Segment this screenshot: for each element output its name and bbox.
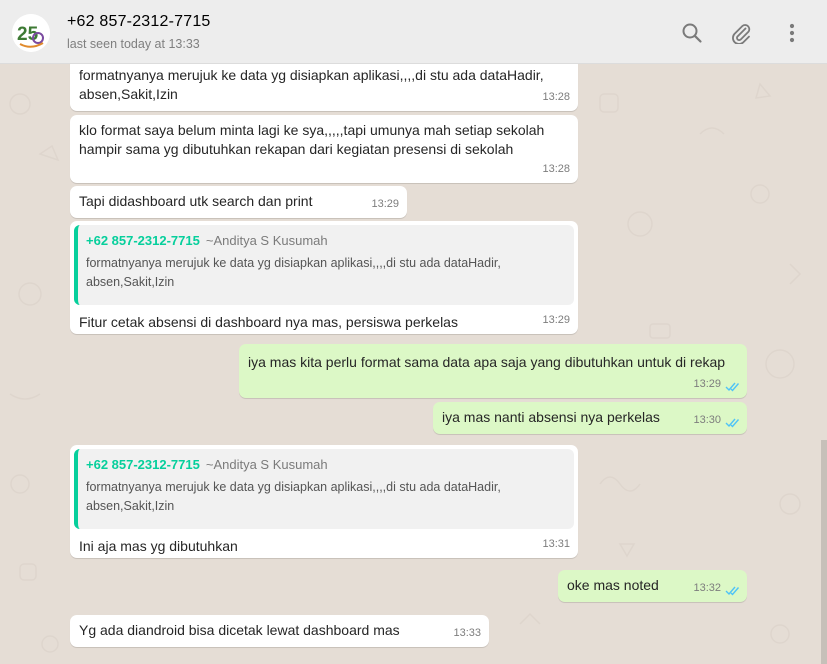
message-incoming-reply[interactable]: +62 857-2312-7715 ~Anditya S Kusumah form… — [70, 221, 578, 334]
message-text: formatnyanya merujuk ke data yg disiapka… — [79, 67, 544, 102]
message-time: 13:29 — [371, 198, 399, 210]
message-text: Fitur cetak absensi di dashboard nya mas… — [79, 314, 458, 330]
avatar[interactable]: 25 — [12, 14, 50, 52]
quoted-author: +62 857-2312-7715 — [86, 457, 200, 472]
search-icon[interactable] — [681, 22, 703, 44]
message-outgoing[interactable]: iya mas nanti absensi nya perkelas 13:30 — [433, 402, 747, 434]
group-logo-icon: 25 — [12, 14, 50, 52]
message-text: Tapi didashboard utk search dan print — [79, 193, 313, 209]
message-incoming[interactable]: Tapi didashboard utk search dan print 13… — [70, 186, 407, 218]
last-seen-status: last seen today at 13:33 — [67, 37, 200, 51]
message-incoming[interactable]: Yg ada diandroid bisa dicetak lewat dash… — [70, 615, 489, 647]
quoted-author: +62 857-2312-7715 — [86, 233, 200, 248]
quoted-message[interactable]: +62 857-2312-7715 ~Anditya S Kusumah form… — [74, 225, 574, 305]
message-text: iya mas kita perlu format sama data apa … — [248, 354, 726, 370]
message-time: 13:29 — [693, 378, 721, 390]
message-outgoing[interactable]: oke mas noted 13:32 — [558, 570, 747, 602]
message-incoming[interactable]: formatnyanya merujuk ke data yg disiapka… — [70, 64, 578, 111]
message-time: 13:30 — [693, 414, 721, 426]
message-text: Yg ada diandroid bisa dicetak lewat dash… — [79, 622, 400, 638]
chat-header: 25 +62 857-2312-7715 last seen today at … — [0, 0, 827, 64]
chat-scrollbar[interactable] — [821, 440, 827, 664]
quoted-message[interactable]: +62 857-2312-7715 ~Anditya S Kusumah form… — [74, 449, 574, 529]
message-time: 13:28 — [542, 163, 570, 175]
attach-icon[interactable] — [730, 22, 752, 45]
message-time: 13:29 — [542, 314, 570, 326]
read-receipt-icon — [725, 382, 740, 392]
message-time: 13:33 — [453, 627, 481, 639]
menu-icon[interactable] — [781, 22, 803, 44]
message-text: Ini aja mas yg dibutuhkan — [79, 538, 238, 554]
quoted-alias: ~Anditya S Kusumah — [205, 457, 328, 472]
message-incoming[interactable]: klo format saya belum minta lagi ke sya,… — [70, 115, 578, 183]
message-incoming-reply[interactable]: +62 857-2312-7715 ~Anditya S Kusumah form… — [70, 445, 578, 558]
message-text: klo format saya belum minta lagi ke sya,… — [79, 122, 545, 157]
message-time: 13:31 — [542, 538, 570, 550]
message-time: 13:28 — [542, 91, 570, 103]
quoted-text: formatnyanya merujuk ke data yg disiapka… — [86, 256, 501, 289]
read-receipt-icon — [725, 418, 740, 428]
message-outgoing[interactable]: iya mas kita perlu format sama data apa … — [239, 344, 747, 398]
message-time: 13:32 — [693, 582, 721, 594]
chat-panel[interactable]: formatnyanya merujuk ke data yg disiapka… — [0, 64, 827, 664]
read-receipt-icon — [725, 586, 740, 596]
quoted-text: formatnyanya merujuk ke data yg disiapka… — [86, 480, 501, 513]
quoted-alias: ~Anditya S Kusumah — [205, 233, 328, 248]
contact-name[interactable]: +62 857-2312-7715 — [67, 13, 211, 31]
